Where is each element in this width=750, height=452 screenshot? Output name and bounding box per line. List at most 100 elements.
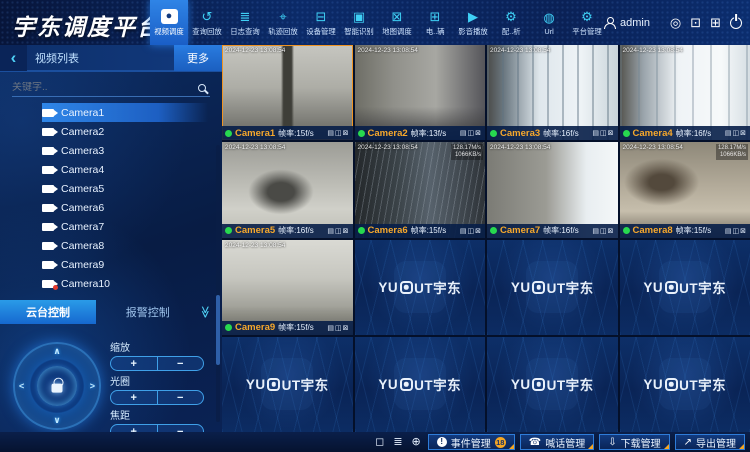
tile-info-bar: Camera6 帧率:15f/s ▤◫⊠ xyxy=(355,224,486,238)
log-icon: ≣ xyxy=(240,9,251,24)
video-tile[interactable]: 2024-12-23 13:08:54 Camera3 帧率:16f/s ▤◫⊠ xyxy=(487,45,618,140)
download-mgmt-button[interactable]: ⇩ 下载管理 xyxy=(599,434,669,450)
camera-icon xyxy=(42,109,54,117)
nav-item-device-mgmt[interactable]: ⊟ 设备管理 xyxy=(302,0,340,45)
brand-watermark: YUUT宇东 xyxy=(620,240,750,335)
search-input[interactable] xyxy=(12,82,198,93)
video-tile[interactable]: 2024-12-23 13:08:54 Camera9 帧率:15f/s ▤◫⊠ xyxy=(222,240,353,335)
tile-info-bar: Camera5 帧率:16f/s ▤◫⊠ xyxy=(222,224,353,238)
camera-list-item[interactable]: Camera8 xyxy=(42,236,208,255)
video-tile[interactable]: 2024-12-23 13:08:54 128.17M/s1066KB/s Ca… xyxy=(355,142,486,237)
empty-tile[interactable]: YUUT宇东 xyxy=(620,337,750,432)
tile-timestamp: 2024-12-23 13:08:54 xyxy=(490,47,550,54)
ptz-right-icon[interactable]: > xyxy=(90,381,95,391)
brand-watermark: YUUT宇东 xyxy=(487,337,618,432)
video-tile[interactable]: 2024-12-23 13:08:54 Camera4 帧率:16f/s ▤◫⊠ xyxy=(620,45,750,140)
camera-list-item[interactable]: Camera7 xyxy=(42,217,208,236)
video-tile[interactable]: 2024-12-23 13:08:54 Camera1 帧率:15f/s ▤◫⊠ xyxy=(222,45,353,140)
settings-icon[interactable]: ◎ xyxy=(670,16,681,30)
panel-title: 视频列表 xyxy=(35,50,79,66)
health-monitor-icon[interactable]: ⊕ xyxy=(412,436,421,448)
camera-list-item[interactable]: Camera2 xyxy=(42,122,208,141)
ptz-joystick[interactable]: ∧ ∨ < > xyxy=(13,342,101,430)
empty-tile[interactable]: YUUT宇东 xyxy=(222,337,353,432)
shout-mgmt-button[interactable]: ☎ 喊话管理 xyxy=(520,434,594,450)
main-nav: ● 视频调度 ↺ 查询回放 ≣ 日志查询 ⌖ 轨迹回放 ⊟ 设备管理 ▣ 智能识… xyxy=(150,0,606,45)
tile-mini-icons[interactable]: ▤◫⊠ xyxy=(327,227,349,235)
empty-tile[interactable]: YUUT宇东 xyxy=(355,337,486,432)
tile-info-bar: Camera4 帧率:16f/s ▤◫⊠ xyxy=(620,126,750,140)
chevron-down-icon[interactable]: ≫ xyxy=(199,306,213,319)
tile-mini-icons[interactable]: ▤◫⊠ xyxy=(725,227,747,235)
video-tile[interactable]: 2024-12-23 13:08:54 Camera5 帧率:16f/s ▤◫⊠ xyxy=(222,142,353,237)
pip-window-icon[interactable]: ⊡ xyxy=(690,16,701,30)
event-mgmt-button[interactable]: ! 事件管理 18 xyxy=(428,434,515,450)
tab-ptz-control[interactable]: 云台控制 xyxy=(0,300,96,324)
video-tile[interactable]: 2024-12-23 13:08:54 Camera7 帧率:16f/s ▤◫⊠ xyxy=(487,142,618,237)
layout-icon[interactable]: ◻ xyxy=(375,436,384,448)
nav-item-ai-recognition[interactable]: ▣ 智能识别 xyxy=(340,0,378,45)
windows-icon[interactable]: ⊞ xyxy=(710,16,721,30)
zoom-in-button[interactable]: + xyxy=(111,357,157,370)
sidebar-scrollbar[interactable] xyxy=(216,145,220,422)
ai-icon: ▣ xyxy=(353,9,365,24)
search-icon[interactable] xyxy=(198,84,206,92)
tile-mini-icons[interactable]: ▤◫⊠ xyxy=(592,227,614,235)
ptz-left-icon[interactable]: < xyxy=(19,381,24,391)
video-tile[interactable]: 2024-12-23 13:08:54 Camera2 帧率:13f/s ▤◫⊠ xyxy=(355,45,486,140)
empty-tile[interactable]: YUUT宇东 xyxy=(487,337,618,432)
power-icon[interactable] xyxy=(730,17,742,29)
video-grid: 2024-12-23 13:08:54 Camera1 帧率:15f/s ▤◫⊠… xyxy=(222,45,750,432)
tile-mini-icons[interactable]: ▤◫⊠ xyxy=(725,129,747,137)
tile-net-stats: 128.17M/s1066KB/s xyxy=(451,144,483,160)
user-menu[interactable]: admin xyxy=(604,0,650,45)
focus-label: 焦距 xyxy=(110,407,210,422)
nav-item-media-play[interactable]: ▶ 影音播放 xyxy=(454,0,492,45)
nav-item-vehicle[interactable]: ⊞ 电..辆 xyxy=(416,0,454,45)
ptz-down-icon[interactable]: ∨ xyxy=(53,415,60,426)
collapse-sidebar-button[interactable]: ‹ xyxy=(0,45,27,71)
nav-item-config-analysis[interactable]: ⚙ 配..析 xyxy=(492,0,530,45)
nav-item-url[interactable]: ◍ Url xyxy=(530,0,568,45)
export-mgmt-button[interactable]: ↗ 导出管理 xyxy=(675,434,745,450)
ptz-up-icon[interactable]: ∧ xyxy=(53,346,60,357)
tab-alarm-control[interactable]: 报警控制 xyxy=(96,304,199,320)
video-tile[interactable]: 2024-12-23 13:08:54 128.17M/s1066KB/s Ca… xyxy=(620,142,750,237)
video-list-header: ‹ 视频列表 更多 xyxy=(0,45,222,72)
download-icon: ⇩ xyxy=(608,437,616,448)
camera-list-item[interactable]: Camera4 xyxy=(42,160,208,179)
nav-item-query-playback[interactable]: ↺ 查询回放 xyxy=(188,0,226,45)
empty-tile[interactable]: YUUT宇东 xyxy=(620,240,750,335)
camera-list-item[interactable]: Camera5 xyxy=(42,179,208,198)
iris-close-button[interactable]: − xyxy=(158,391,204,404)
nav-item-track-playback[interactable]: ⌖ 轨迹回放 xyxy=(264,0,302,45)
camera-list-item[interactable]: Camera6 xyxy=(42,198,208,217)
video-camera-icon: ● xyxy=(161,9,178,24)
tile-timestamp: 2024-12-23 13:08:54 xyxy=(225,242,285,249)
focus-near-button[interactable]: + xyxy=(111,425,157,432)
nav-item-log-query[interactable]: ≣ 日志查询 xyxy=(226,0,264,45)
zoom-out-button[interactable]: − xyxy=(158,357,204,370)
tile-mini-icons[interactable]: ▤◫⊠ xyxy=(460,129,482,137)
camera-list-item[interactable]: Camera10 xyxy=(42,274,208,293)
nav-item-video-dispatch[interactable]: ● 视频调度 xyxy=(150,0,188,45)
tile-mini-icons[interactable]: ▤◫⊠ xyxy=(592,129,614,137)
tile-mini-icons[interactable]: ▤◫⊠ xyxy=(460,227,482,235)
nav-item-map-dispatch[interactable]: ⊠ 地图调度 xyxy=(378,0,416,45)
camera-list-item[interactable]: Camera1 xyxy=(42,103,208,122)
focus-far-button[interactable]: − xyxy=(158,425,204,432)
camera-list-item[interactable]: Camera9 xyxy=(42,255,208,274)
nav-item-platform-mgmt[interactable]: ⚙ 平台管理 xyxy=(568,0,606,45)
list-view-icon[interactable]: ≣ xyxy=(393,436,402,448)
lock-icon xyxy=(52,384,63,393)
empty-tile[interactable]: YUUT宇东 xyxy=(355,240,486,335)
more-button[interactable]: 更多 xyxy=(174,45,222,71)
tile-mini-icons[interactable]: ▤◫⊠ xyxy=(327,324,349,332)
tile-mini-icons[interactable]: ▤◫⊠ xyxy=(327,129,349,137)
camera-icon xyxy=(42,204,54,212)
iris-open-button[interactable]: + xyxy=(111,391,157,404)
empty-tile[interactable]: YUUT宇东 xyxy=(487,240,618,335)
brand-watermark: YUUT宇东 xyxy=(487,240,618,335)
camera-icon xyxy=(42,261,54,269)
camera-list-item[interactable]: Camera3 xyxy=(42,141,208,160)
